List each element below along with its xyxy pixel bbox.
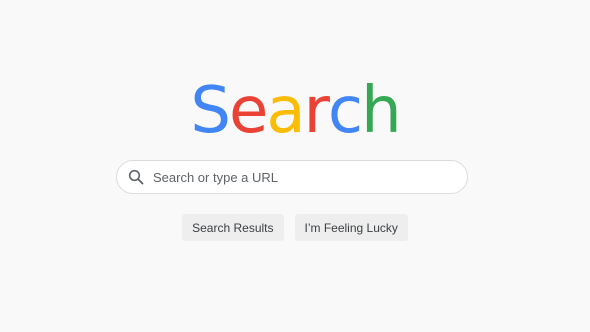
search-box[interactable] (116, 160, 468, 194)
logo-letter: a (266, 74, 305, 148)
feeling-lucky-button[interactable]: I’m Feeling Lucky (294, 214, 408, 241)
search-input[interactable] (153, 162, 453, 192)
button-row: Search Results I’m Feeling Lucky (0, 214, 590, 241)
logo-letter: e (228, 74, 268, 148)
search-logo: Search (0, 78, 590, 144)
logo-letter: c (327, 74, 363, 148)
logo-letter: S (190, 74, 231, 148)
logo-letter: r (303, 74, 330, 148)
search-results-button[interactable]: Search Results (182, 214, 284, 241)
logo-letter: h (361, 74, 402, 148)
search-page: Search Search Results I’m Feeling Lucky (0, 0, 590, 332)
search-icon (127, 168, 145, 186)
